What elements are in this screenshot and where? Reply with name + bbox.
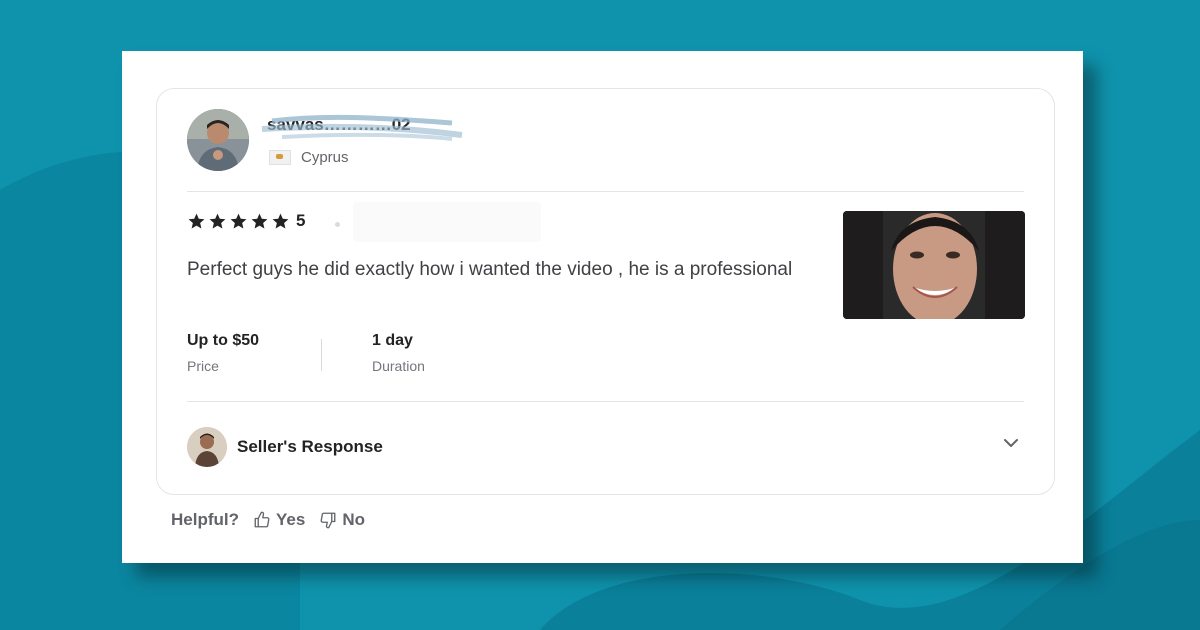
review-text: Perfect guys he did exactly how i wanted… [187, 259, 793, 280]
thumb-down-icon [320, 512, 336, 529]
price-label: Price [187, 358, 219, 374]
seller-avatar [187, 427, 227, 467]
thumb-up-icon [254, 511, 270, 528]
star-rating: 5 [187, 211, 305, 231]
chevron-down-icon[interactable] [1002, 434, 1020, 452]
rating-value: 5 [296, 211, 306, 230]
helpful-no-label: No [342, 510, 365, 529]
seller-response-toggle[interactable]: Seller's Response [187, 427, 383, 467]
reviewer-avatar[interactable] [187, 109, 249, 171]
duration-value: 1 day [372, 332, 413, 349]
country-name: Cyprus [301, 149, 349, 166]
helpful-yes-button[interactable]: Yes [253, 510, 305, 530]
meta-separator [321, 339, 322, 371]
review-card: savvas…………02 Cyprus 5 Perfect guys he di… [156, 88, 1055, 495]
screenshot-frame: savvas…………02 Cyprus 5 Perfect guys he di… [122, 51, 1083, 563]
helpful-yes-label: Yes [276, 510, 306, 529]
response-divider [187, 401, 1024, 402]
helpful-no-button[interactable]: No [319, 510, 365, 530]
header-divider [187, 191, 1024, 192]
reviewer-country: Cyprus [269, 149, 349, 166]
helpful-bar: Helpful? Yes No [171, 510, 365, 530]
seller-response-label: Seller's Response [237, 437, 383, 456]
separator-dot [335, 222, 340, 227]
username-redaction-scribble [261, 114, 463, 141]
helpful-label: Helpful? [171, 510, 239, 529]
duration-block: 1 day Duration [372, 332, 425, 374]
star-icon [188, 213, 205, 229]
star-icon [230, 213, 247, 229]
star-icon [209, 213, 226, 229]
price-value: Up to $50 [187, 332, 260, 349]
cyprus-flag-icon [269, 150, 291, 165]
price-block: Up to $50 Price [187, 332, 259, 374]
star-icon [272, 213, 289, 229]
redacted-date [353, 202, 541, 242]
star-icon [251, 213, 268, 229]
duration-label: Duration [372, 358, 425, 374]
review-image[interactable] [843, 211, 1025, 319]
